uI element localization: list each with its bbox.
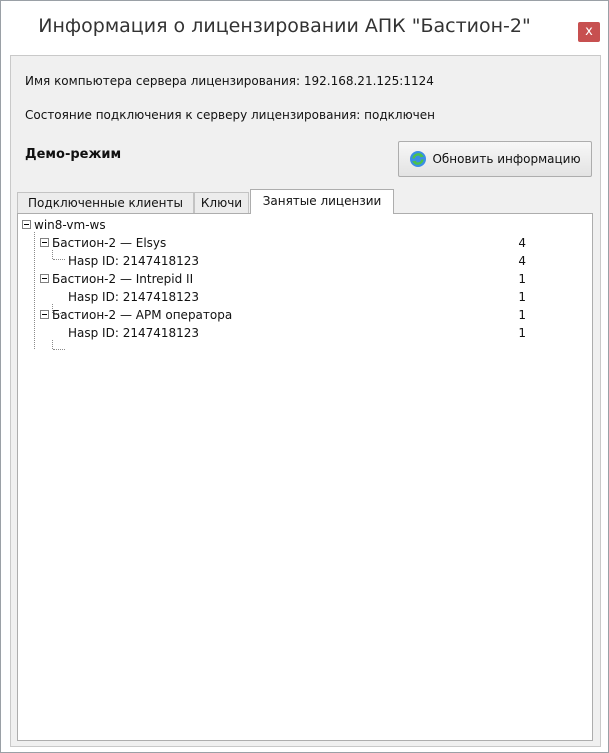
- collapse-icon[interactable]: [40, 310, 49, 319]
- license-count: 1: [518, 308, 526, 322]
- license-count: 1: [518, 290, 526, 304]
- license-count: 4: [518, 254, 526, 268]
- tree-node-product[interactable]: Бастион-2 — АРМ оператора 1: [18, 306, 592, 324]
- tree-node-label: Hasp ID: 2147418123: [68, 290, 200, 304]
- refresh-info-button[interactable]: Обновить информацию: [398, 141, 592, 177]
- window-title: Информация о лицензировании АПК "Бастион…: [38, 15, 531, 37]
- collapse-icon[interactable]: [40, 274, 49, 283]
- tree-connector: [53, 349, 65, 350]
- used-licenses-tree[interactable]: win8-vm-ws Бастион-2 — Elsys 4 Hasp ID: …: [17, 213, 593, 741]
- connection-status-text: Состояние подключения к серверу лицензир…: [25, 108, 435, 122]
- tree-node-label: Бастион-2 — Elsys: [52, 236, 167, 250]
- tab-used-licenses[interactable]: Занятые лицензии: [250, 189, 394, 214]
- tab-keys[interactable]: Ключи: [194, 192, 249, 213]
- license-count: 4: [518, 236, 526, 250]
- tree-node-hasp[interactable]: Hasp ID: 2147418123 1: [18, 288, 592, 306]
- tree-node-label: Hasp ID: 2147418123: [68, 254, 200, 268]
- collapse-icon[interactable]: [22, 220, 31, 229]
- refresh-button-label: Обновить информацию: [432, 152, 581, 166]
- tree-node-hasp[interactable]: Hasp ID: 2147418123 4: [18, 252, 592, 270]
- license-count: 1: [518, 326, 526, 340]
- tree-node-label: Hasp ID: 2147418123: [68, 326, 200, 340]
- tree-node-label: Бастион-2 — Intrepid II: [52, 272, 194, 286]
- tree-node-root[interactable]: win8-vm-ws: [18, 216, 592, 234]
- tab-strip: Подключенные клиенты Ключи Занятые лицен…: [11, 189, 600, 214]
- close-button[interactable]: x: [578, 22, 600, 42]
- collapse-icon[interactable]: [40, 238, 49, 247]
- license-count: 1: [518, 272, 526, 286]
- dialog-body: Имя компьютера сервера лицензирования: 1…: [10, 55, 601, 747]
- refresh-icon: [409, 150, 427, 168]
- title-bar[interactable]: Информация о лицензировании АПК "Бастион…: [1, 1, 608, 55]
- tree-node-label: Бастион-2 — АРМ оператора: [52, 308, 233, 322]
- tree-node-hasp[interactable]: Hasp ID: 2147418123 1: [18, 324, 592, 342]
- license-info-window: Информация о лицензировании АПК "Бастион…: [0, 0, 609, 753]
- tree-node-product[interactable]: Бастион-2 — Intrepid II 1: [18, 270, 592, 288]
- demo-mode-label: Демо-режим: [25, 147, 122, 162]
- tree-node-label: win8-vm-ws: [34, 218, 106, 232]
- tab-connected-clients[interactable]: Подключенные клиенты: [17, 192, 194, 213]
- tree-node-product[interactable]: Бастион-2 — Elsys 4: [18, 234, 592, 252]
- server-address-text: Имя компьютера сервера лицензирования: 1…: [25, 74, 434, 88]
